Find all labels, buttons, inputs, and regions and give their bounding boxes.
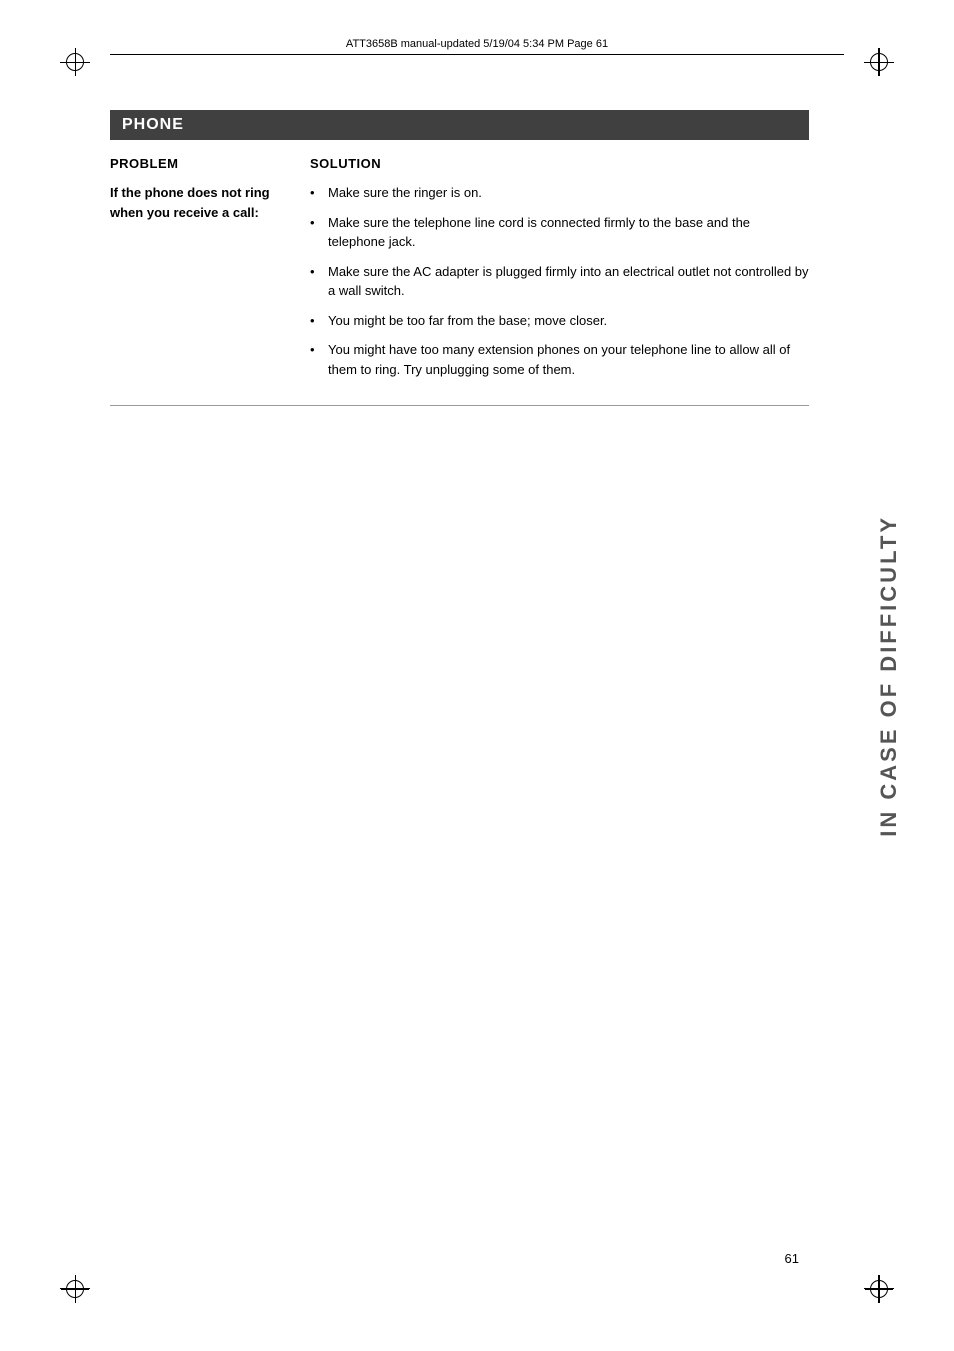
solution-text-5: You might have too many extension phones… — [328, 340, 809, 379]
solution-text-3: Make sure the AC adapter is plugged firm… — [328, 262, 809, 301]
bullet-5: • — [310, 340, 324, 360]
content-table: PROBLEM SOLUTION If the phone does not r… — [110, 156, 809, 406]
solution-item-5: • You might have too many extension phon… — [310, 340, 809, 379]
manual-info-text: ATT3658B manual-updated 5/19/04 5:34 PM … — [346, 38, 608, 50]
bullet-3: • — [310, 262, 324, 282]
problem-column: If the phone does not ring when you rece… — [110, 183, 310, 389]
solution-text-4: You might be too far from the base; move… — [328, 311, 809, 331]
column-content: If the phone does not ring when you rece… — [110, 183, 809, 389]
solution-item-4: • You might be too far from the base; mo… — [310, 311, 809, 331]
solution-text-1: Make sure the ringer is on. — [328, 183, 809, 203]
page-number: 61 — [785, 1251, 799, 1266]
sidebar-text-container: IN CASE OF DIFFICULTY — [824, 0, 954, 1351]
header-info: ATT3658B manual-updated 5/19/04 5:34 PM … — [110, 38, 844, 55]
solution-item-1: • Make sure the ringer is on. — [310, 183, 809, 203]
solution-item-2: • Make sure the telephone line cord is c… — [310, 213, 809, 252]
registration-mark-bl — [66, 1280, 84, 1298]
section-title: PHONE — [110, 110, 809, 140]
solution-column: • Make sure the ringer is on. • Make sur… — [310, 183, 809, 389]
bullet-1: • — [310, 183, 324, 203]
main-content: PHONE PROBLEM SOLUTION If the phone does… — [110, 110, 809, 1241]
bullet-4: • — [310, 311, 324, 331]
problem-column-header: PROBLEM — [110, 156, 310, 171]
solution-text-2: Make sure the telephone line cord is con… — [328, 213, 809, 252]
registration-mark-tl — [66, 53, 84, 71]
sidebar-in-case: IN CASE OF DIFFICULTY — [876, 515, 901, 837]
bullet-2: • — [310, 213, 324, 233]
page-container: ATT3658B manual-updated 5/19/04 5:34 PM … — [0, 0, 954, 1351]
problem-text: If the phone does not ring when you rece… — [110, 183, 294, 222]
solution-item-3: • Make sure the AC adapter is plugged fi… — [310, 262, 809, 301]
solution-column-header: SOLUTION — [310, 156, 809, 171]
sidebar-rotated-text: IN CASE OF DIFFICULTY — [876, 515, 902, 837]
column-headers: PROBLEM SOLUTION — [110, 156, 809, 171]
